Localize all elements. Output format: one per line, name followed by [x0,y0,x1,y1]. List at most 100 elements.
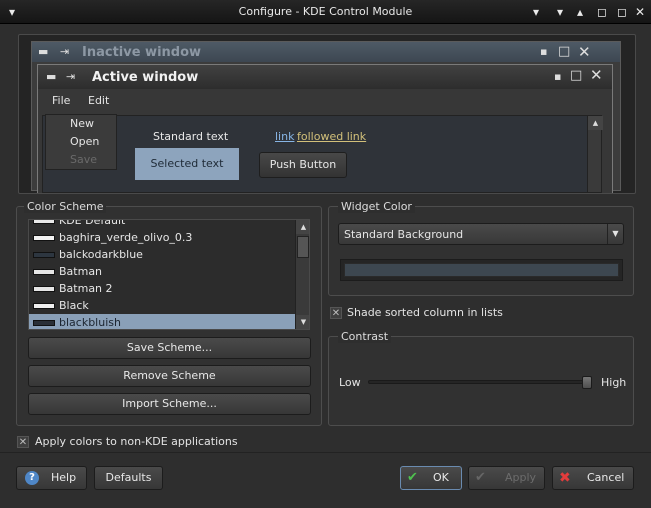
maximize-icon: □ [558,44,571,59]
import-scheme-label: Import Scheme... [122,397,217,410]
contrast-high-label: High [601,376,627,389]
contrast-low-label: Low [339,376,361,389]
cancel-button[interactable]: ✖ Cancel [552,466,634,490]
preview-client-area: New Open Save Standard text Selected tex… [42,114,603,193]
selected-text: Selected text [135,148,239,180]
active-window-preview: ▬ ⇥ Active window ▪ □ ✕ File Edit New Op… [37,64,613,193]
scheme-list-item[interactable]: Black [29,297,295,314]
widget-color-value: Standard Background [344,228,464,241]
scroll-up-icon[interactable]: ▲ [296,220,309,234]
scheme-label: balckodarkblue [59,248,143,261]
widget-color-select[interactable]: Standard Background ▼ [338,223,624,245]
active-window-title: Active window [92,70,199,85]
menu-edit: Edit [88,94,110,107]
bottom-separator [0,452,651,453]
chevron-down-icon[interactable]: ▼ [607,224,623,244]
scheme-label: KDE Default [59,219,126,227]
widget-color-title: Widget Color [338,200,415,213]
contrast-slider-handle[interactable] [582,376,592,389]
widget-color-button[interactable] [340,259,623,281]
close-icon: ✕ [578,43,591,61]
scheme-label: Black [59,299,89,312]
cancel-label: Cancel [587,471,625,484]
scheme-swatch [33,252,55,258]
scheme-list-item[interactable]: balckodarkblue [29,246,295,263]
defaults-button[interactable]: Defaults [94,466,163,490]
close-icon: ✕ [590,66,603,84]
scheme-swatch [33,303,55,309]
ok-label: OK [433,471,449,484]
scheme-swatch [33,235,55,241]
color-scheme-list[interactable]: KDE Default baghira_verde_olivo_0.3balcko… [28,219,310,330]
contrast-title: Contrast [338,330,392,343]
maximize-icon[interactable]: ▴ [572,4,588,20]
help-icon: ? [25,471,39,485]
minus-icon: ▬ [38,45,49,58]
keep-above-icon[interactable]: ◻ [594,4,610,20]
scroll-down-icon[interactable]: ▼ [296,315,309,329]
scheme-swatch [33,269,55,275]
scheme-list-item[interactable]: Batman [29,263,295,280]
remove-scheme-label: Remove Scheme [123,369,216,382]
scrollbar-handle[interactable] [297,236,309,258]
scheme-list-scrollbar[interactable]: ▲ ▼ [295,220,309,329]
apply-colors-checkbox[interactable]: ✕ [17,436,29,448]
color-preview-area: ▬ ⇥ Inactive window ▪ □ ✕ ▬ ⇥ Active win… [18,34,636,194]
maximize-icon: □ [570,68,583,83]
scheme-list-item[interactable]: KDE Default [29,219,295,229]
save-scheme-button[interactable]: Save Scheme... [28,337,311,359]
inactive-titlebar: ▬ ⇥ Inactive window ▪ □ ✕ [32,42,620,62]
restore-icon[interactable]: ◻ [614,4,630,20]
menu-file: File [52,94,71,107]
import-scheme-button[interactable]: Import Scheme... [28,393,311,415]
followed-link-text: followed link [297,130,367,143]
color-scheme-title: Color Scheme [24,200,107,213]
scheme-list-item[interactable]: blackbluish [29,314,295,329]
preview-menubar: File Edit [38,91,612,111]
link-text: link [275,130,295,143]
minimize-icon[interactable]: ▾ [552,4,568,20]
dot-icon: ▪ [554,70,562,83]
window-titlebar[interactable]: ▾ Configure - KDE Control Module ▾ ▾ ▴ ◻… [0,0,651,24]
dot-icon: ▪ [540,45,548,58]
remove-scheme-button[interactable]: Remove Scheme [28,365,311,387]
scheme-swatch [33,220,55,224]
minus-icon: ▬ [46,70,57,83]
shade-sorted-checkbox[interactable]: ✕ [330,307,342,319]
scheme-label: Batman [59,265,103,278]
close-icon[interactable]: ✕ [632,4,648,20]
apply-label: Apply [505,471,537,484]
scheme-list-item[interactable]: Batman 2 [29,280,295,297]
defaults-label: Defaults [105,471,152,484]
apply-checkmark-icon: ✔ [475,470,486,485]
cancel-icon: ✖ [559,470,571,486]
preview-scrollbar: ▲ [587,116,603,192]
apply-colors-label: Apply colors to non-KDE applications [35,435,238,448]
widget-color-group [328,206,634,296]
scheme-swatch [33,320,55,326]
save-scheme-label: Save Scheme... [126,341,213,354]
widget-color-swatch [344,263,619,277]
standard-text: Standard text [153,130,229,143]
scheme-swatch [33,286,55,292]
dropdown-item-new: New [70,117,94,130]
preview-dropdown-menu: New Open Save [45,114,117,170]
scheme-label: baghira_verde_olivo_0.3 [59,231,193,244]
scroll-up-icon: ▲ [588,116,603,130]
contrast-slider-track[interactable] [368,380,592,384]
inactive-window-title: Inactive window [82,45,202,60]
checkmark-icon: ✔ [407,470,418,485]
active-titlebar: ▬ ⇥ Active window ▪ □ ✕ [38,65,612,89]
apply-button[interactable]: ✔ Apply [468,466,545,490]
preview-push-button: Push Button [259,152,347,178]
window-menu-down-icon[interactable]: ▾ [528,4,544,20]
scheme-label: Batman 2 [59,282,113,295]
ok-button[interactable]: ✔ OK [400,466,462,490]
scheme-list-item[interactable]: baghira_verde_olivo_0.3 [29,229,295,246]
dropdown-item-open: Open [70,135,100,148]
pin-icon: ⇥ [66,70,76,83]
shade-sorted-label: Shade sorted column in lists [347,306,503,319]
help-label: Help [51,471,77,484]
help-button[interactable]: ? Help [16,466,87,490]
pin-icon: ⇥ [60,45,70,58]
